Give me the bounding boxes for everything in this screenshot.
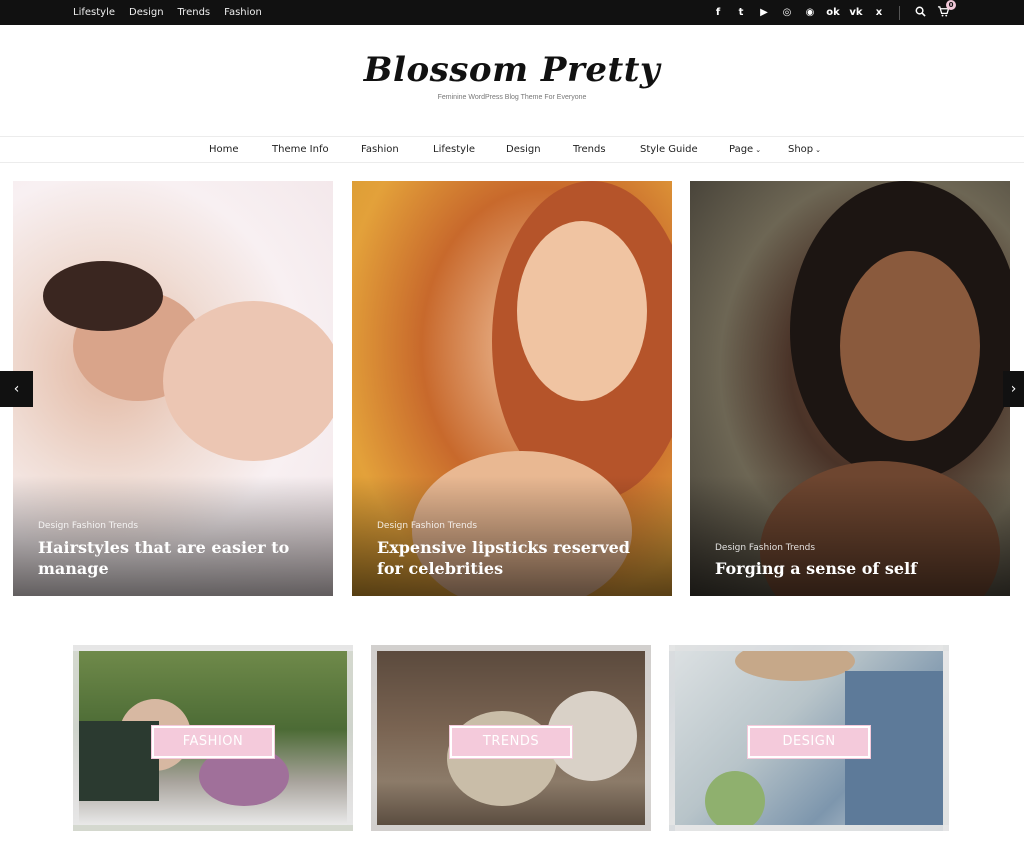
instagram-icon[interactable]: ◎ <box>780 7 794 18</box>
top-nav-lifestyle[interactable]: Lifestyle <box>73 7 115 18</box>
slide-image-body <box>163 301 333 461</box>
nav-item-style-guide[interactable]: Style Guide <box>640 137 698 164</box>
social-icons: f t ▶ ◎ ◉ ok vk x 0 <box>711 0 956 25</box>
slide-3[interactable]: Design Fashion Trends Forging a sense of… <box>690 181 1010 596</box>
search-icon[interactable] <box>913 6 927 20</box>
category-card-fashion[interactable]: FASHION <box>73 645 353 831</box>
top-nav-trends[interactable]: Trends <box>178 7 211 18</box>
category-label-trends[interactable]: TRENDS <box>449 725 573 759</box>
xing-icon[interactable]: x <box>872 7 886 18</box>
nav-item-theme-info[interactable]: Theme Info <box>272 137 329 164</box>
card-image-hat <box>735 651 855 681</box>
nav-item-lifestyle[interactable]: Lifestyle <box>433 137 475 164</box>
site-tagline: Feminine WordPress Blog Theme For Everyo… <box>437 94 587 101</box>
category-card-trends[interactable]: TRENDS <box>371 645 651 831</box>
slide-categories[interactable]: Design Fashion Trends <box>377 521 477 531</box>
card-image-coconut <box>705 771 765 825</box>
divider <box>899 5 900 20</box>
card-image-chair <box>79 721 159 801</box>
category-card-design[interactable]: DESIGN <box>669 645 949 831</box>
nav-item-fashion[interactable]: Fashion <box>361 137 399 164</box>
slide-1[interactable]: Design Fashion Trends Hairstyles that ar… <box>13 181 333 596</box>
nav-item-shop-label: Shop <box>788 144 814 155</box>
slide-2[interactable]: Design Fashion Trends Expensive lipstick… <box>352 181 672 596</box>
dribbble-icon[interactable]: ◉ <box>803 7 817 18</box>
slide-title[interactable]: Hairstyles that are easier to manage <box>38 537 318 579</box>
site-logo[interactable]: Blossom Pretty <box>0 50 1024 90</box>
slide-image-hair <box>43 261 163 331</box>
slide-categories[interactable]: Design Fashion Trends <box>715 543 815 553</box>
slider-prev-button[interactable]: ‹ <box>0 371 33 407</box>
slider-next-button[interactable]: › <box>1003 371 1024 407</box>
main-nav: Home Theme Info Fashion Lifestyle Design… <box>0 136 1024 163</box>
chevron-left-icon: ‹ <box>13 381 20 397</box>
nav-item-trends[interactable]: Trends <box>573 137 606 164</box>
category-label-design[interactable]: DESIGN <box>747 725 871 759</box>
chevron-down-icon: ⌄ <box>755 146 762 154</box>
top-nav-fashion[interactable]: Fashion <box>224 7 262 18</box>
chevron-down-icon: ⌄ <box>815 146 822 154</box>
category-label-fashion[interactable]: FASHION <box>151 725 275 759</box>
nav-item-home[interactable]: Home <box>209 137 239 164</box>
slide-categories[interactable]: Design Fashion Trends <box>38 521 138 531</box>
top-bar: Lifestyle Design Trends Fashion f t ▶ ◎ … <box>0 0 1024 25</box>
nav-item-page[interactable]: Page ⌄ <box>729 137 761 164</box>
chevron-right-icon: › <box>1010 381 1017 397</box>
slide-image-face <box>840 251 980 441</box>
slide-title[interactable]: Expensive lipsticks reserved for celebri… <box>377 537 657 579</box>
nav-item-page-label: Page <box>729 144 754 155</box>
cart-icon[interactable]: 0 <box>936 0 956 20</box>
twitter-icon[interactable]: t <box>734 7 748 18</box>
top-nav-design[interactable]: Design <box>129 7 164 18</box>
cart-count-badge: 0 <box>946 0 956 10</box>
slide-image-face <box>517 221 647 401</box>
youtube-icon[interactable]: ▶ <box>757 7 771 18</box>
vk-icon[interactable]: vk <box>849 7 863 18</box>
slide-title[interactable]: Forging a sense of self <box>715 558 995 579</box>
nav-item-design[interactable]: Design <box>506 137 541 164</box>
top-nav: Lifestyle Design Trends Fashion <box>73 0 262 25</box>
nav-item-shop[interactable]: Shop ⌄ <box>788 137 821 164</box>
odnoklassniki-icon[interactable]: ok <box>826 7 840 18</box>
facebook-icon[interactable]: f <box>711 7 725 18</box>
